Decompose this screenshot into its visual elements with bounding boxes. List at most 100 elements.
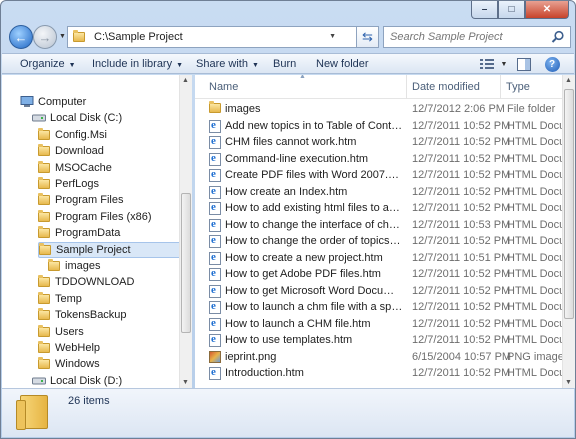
scrollbar-thumb[interactable] xyxy=(564,89,574,319)
tree-item[interactable]: Windows xyxy=(38,356,100,372)
tree-item[interactable]: Program Files xyxy=(38,192,123,208)
file-row[interactable]: How to launch a chm file with a specifie… xyxy=(203,299,562,315)
tree-item[interactable]: Sample Project xyxy=(38,241,191,258)
view-list-icon xyxy=(480,59,494,69)
file-row[interactable]: CHM files cannot work.htm 12/7/2011 10:52… xyxy=(203,134,562,150)
file-type: HTML Docu xyxy=(507,301,562,313)
search-box[interactable] xyxy=(383,26,571,48)
tree-item[interactable]: MSOCache xyxy=(38,160,112,176)
file-row[interactable]: How to add existing html files to an exi… xyxy=(203,200,562,216)
folder-icon xyxy=(38,324,50,337)
caption-buttons: – □ ✕ xyxy=(471,1,569,21)
large-folder-icon xyxy=(16,395,48,430)
tree-item[interactable]: TDDOWNLOAD xyxy=(38,274,134,290)
html-document-icon xyxy=(209,135,221,149)
file-date-modified: 12/7/2011 10:53 PM xyxy=(412,218,511,231)
file-row[interactable]: How to get Microsoft Word Documents.... 1… xyxy=(203,283,562,299)
file-row[interactable]: Add new topics in to Table of Contents.h… xyxy=(203,118,562,134)
help-button[interactable]: ? xyxy=(543,56,561,72)
tree-item[interactable]: Computer xyxy=(20,94,86,110)
file-row[interactable]: How to change the order of topics.htm 12/… xyxy=(203,233,562,249)
scrollbar-thumb[interactable] xyxy=(181,193,191,333)
back-button[interactable]: ← xyxy=(9,25,33,49)
file-row[interactable]: How to get Adobe PDF files.htm 12/7/2011 … xyxy=(203,266,562,282)
column-header-name[interactable]: Name xyxy=(209,81,238,93)
tree-item[interactable]: Program Files (x86) xyxy=(38,209,152,225)
html-document-icon xyxy=(209,317,221,331)
html-document-icon xyxy=(209,366,221,380)
tree-item[interactable]: Download xyxy=(38,143,104,159)
scroll-down-arrow-icon[interactable]: ▼ xyxy=(565,379,572,386)
column-divider[interactable] xyxy=(500,75,501,99)
column-divider[interactable] xyxy=(406,75,407,99)
file-row[interactable]: Command-line execution.htm 12/7/2011 10:5… xyxy=(203,151,562,167)
navigation-pane-scrollbar[interactable]: ▲ ▼ xyxy=(179,75,192,388)
scroll-up-arrow-icon[interactable]: ▲ xyxy=(182,77,189,84)
address-bar[interactable]: C:\Sample Project ▼ xyxy=(67,26,357,48)
tree-item[interactable]: Config.Msi xyxy=(38,127,107,143)
file-type: HTML Docu xyxy=(507,284,562,297)
file-row[interactable]: How create an Index.htm 12/7/2011 10:52 P… xyxy=(203,184,562,200)
tree-item-label: WebHelp xyxy=(55,342,101,354)
file-name: How to launch a chm file with a specifie… xyxy=(225,301,403,313)
maximize-button[interactable]: □ xyxy=(498,1,525,19)
folder-icon xyxy=(38,341,50,353)
tree-item[interactable]: ProgramData xyxy=(38,225,120,241)
file-name: ieprint.png xyxy=(225,350,277,363)
minimize-button[interactable]: – xyxy=(471,1,498,19)
tree-item[interactable]: Temp xyxy=(38,291,82,307)
file-name: How to change the interface of chm.htm xyxy=(225,218,403,231)
search-icon[interactable] xyxy=(551,30,565,44)
file-list-scrollbar[interactable]: ▲ ▼ xyxy=(562,75,575,388)
explorer-window: – □ ✕ ← → ▼ C:\Sample Project ▼ ⇆ Organi… xyxy=(0,0,576,439)
address-path[interactable]: C:\Sample Project xyxy=(94,31,183,43)
file-row[interactable]: How to create a new project.htm 12/7/2011… xyxy=(203,250,562,266)
file-row[interactable]: Introduction.htm 12/7/2011 10:52 PMHTML D… xyxy=(203,365,562,381)
scroll-down-arrow-icon[interactable]: ▼ xyxy=(182,379,189,386)
chevron-down-icon: ▼ xyxy=(176,62,184,69)
drive-icon xyxy=(32,376,46,386)
tree-item[interactable]: Local Disk (C:) xyxy=(32,110,122,126)
column-header-type[interactable]: Type xyxy=(506,81,530,93)
forward-button[interactable]: → xyxy=(33,25,57,49)
column-headers: ▲ Name Date modified Type xyxy=(195,75,562,99)
burn-button[interactable]: Burn xyxy=(273,58,296,70)
folder-icon xyxy=(38,127,50,140)
column-header-date-modified[interactable]: Date modified xyxy=(412,81,480,93)
tree-item[interactable]: Users xyxy=(38,324,84,340)
file-row[interactable]: Create PDF files with Word 2007.htm 12/7/… xyxy=(203,167,562,183)
search-input[interactable] xyxy=(390,31,540,43)
file-date-modified: 12/7/2011 10:52 PM xyxy=(412,185,511,198)
address-history-dropdown[interactable]: ▼ xyxy=(329,33,336,40)
tree-item[interactable]: WebHelp xyxy=(38,340,100,356)
sort-indicator-icon: ▲ xyxy=(299,75,306,80)
tree-item-label: Local Disk (D:) xyxy=(50,374,123,387)
include-in-library-menu[interactable]: Include in library ▼ xyxy=(92,58,183,70)
refresh-button[interactable]: ⇆ xyxy=(357,26,379,48)
tree-item[interactable]: TokensBackup xyxy=(38,307,127,323)
recent-pages-dropdown[interactable]: ▼ xyxy=(59,33,66,40)
folder-icon xyxy=(73,30,85,42)
preview-pane-button[interactable] xyxy=(515,56,533,72)
organize-menu[interactable]: Organize ▼ xyxy=(20,58,76,70)
html-document-icon xyxy=(209,251,221,265)
change-view-button[interactable] xyxy=(478,56,496,72)
file-date-modified: 12/7/2011 10:52 PM xyxy=(412,317,511,330)
file-row[interactable]: How to launch a CHM file.htm 12/7/2011 10… xyxy=(203,316,562,332)
file-date-modified: 12/7/2011 10:52 PM xyxy=(412,235,511,247)
share-with-menu[interactable]: Share with ▼ xyxy=(196,58,259,70)
view-options-dropdown[interactable]: ▼ xyxy=(495,56,513,72)
new-folder-button[interactable]: New folder xyxy=(316,58,369,70)
tree-item-label: Windows xyxy=(55,358,100,371)
file-row[interactable]: images 12/7/2012 2:06 PM File folder xyxy=(203,101,562,117)
scroll-up-arrow-icon[interactable]: ▲ xyxy=(565,77,572,84)
file-date-modified: 12/7/2011 10:52 PM xyxy=(412,367,511,379)
file-row[interactable]: How to change the interface of chm.htm 12… xyxy=(203,217,562,233)
tree-item[interactable]: images xyxy=(48,258,100,274)
file-date-modified: 12/7/2011 10:52 PM xyxy=(412,136,511,148)
file-row[interactable]: How to use templates.htm 12/7/2011 10:52 … xyxy=(203,332,562,348)
tree-item[interactable]: PerfLogs xyxy=(38,176,99,192)
file-row[interactable]: ieprint.png 6/15/2004 10:57 PM PNG image xyxy=(203,349,562,365)
close-button[interactable]: ✕ xyxy=(525,1,569,19)
tree-item[interactable]: Local Disk (D:) xyxy=(32,373,122,388)
